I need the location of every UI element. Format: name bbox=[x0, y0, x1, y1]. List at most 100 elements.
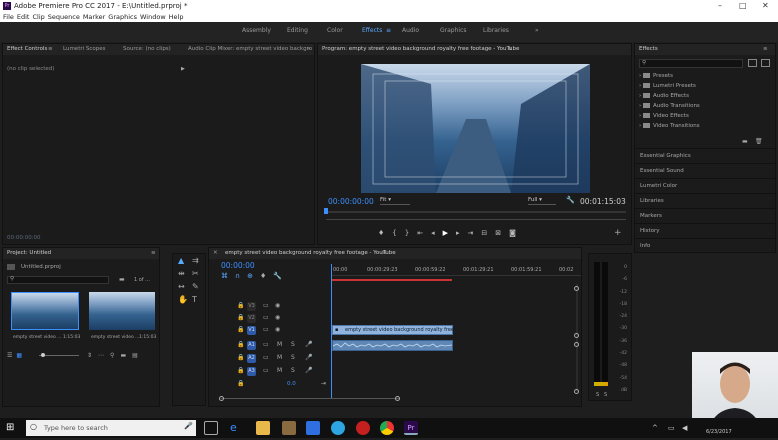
volume-icon[interactable]: ◀ bbox=[682, 424, 687, 432]
icon-view-icon[interactable]: ▦ bbox=[16, 352, 26, 359]
windows-start-icon[interactable]: ⊞ bbox=[6, 422, 14, 433]
tab-lumetri-scopes[interactable]: Lumetri Scopes bbox=[63, 46, 106, 52]
tree-item-video-effects[interactable]: › Video Effects bbox=[639, 113, 769, 123]
workspace-tab-effects[interactable]: Effects bbox=[362, 27, 382, 34]
track-target-v3[interactable]: V3 bbox=[247, 302, 256, 311]
workspace-menu-icon[interactable]: ≡ bbox=[386, 27, 391, 34]
solo-left-button[interactable]: S bbox=[596, 392, 599, 398]
panel-menu-icon[interactable]: ≡ bbox=[508, 46, 513, 52]
horizontal-scrollbar[interactable] bbox=[221, 398, 399, 399]
play-button[interactable]: ▶ bbox=[443, 229, 456, 237]
sequence-tab[interactable]: empty street video background royalty fr… bbox=[225, 250, 396, 256]
sync-lock-icon[interactable]: ▭ bbox=[263, 354, 269, 361]
sync-lock-icon[interactable]: ▭ bbox=[263, 341, 269, 348]
32bit-effects-icon[interactable] bbox=[761, 59, 770, 67]
clip-thumbnail-2[interactable] bbox=[89, 292, 155, 330]
solo-button[interactable]: S bbox=[291, 354, 295, 361]
audio-clip[interactable] bbox=[332, 340, 453, 351]
microphone-icon[interactable]: 🎤 bbox=[305, 354, 312, 361]
sort-icon[interactable]: ⇕ bbox=[87, 352, 98, 359]
accelerated-effects-icon[interactable] bbox=[748, 59, 757, 67]
premiere-taskbar-icon[interactable]: Pr bbox=[404, 421, 418, 435]
panel-menu-icon[interactable]: ≡ bbox=[763, 46, 768, 52]
eye-icon[interactable]: ◉ bbox=[275, 302, 280, 309]
zoom-scrollbar[interactable] bbox=[326, 219, 626, 220]
menu-sequence[interactable]: Sequence bbox=[48, 12, 80, 22]
slip-tool-icon[interactable]: ↔ bbox=[178, 282, 185, 291]
menu-window[interactable]: Window bbox=[140, 12, 166, 22]
lock-icon[interactable]: 🔒 bbox=[237, 354, 244, 361]
panel-menu-icon[interactable]: ≡ bbox=[382, 250, 387, 256]
add-marker-icon[interactable]: ♦ bbox=[260, 272, 273, 280]
menu-edit[interactable]: Edit bbox=[17, 12, 30, 22]
tray-chevron-icon[interactable]: ^ bbox=[652, 424, 658, 432]
edge-browser-icon[interactable]: e bbox=[230, 421, 244, 435]
delete-trash-icon[interactable]: 🗑 bbox=[755, 138, 763, 145]
slider-handle[interactable] bbox=[41, 353, 45, 357]
wrench-icon[interactable]: 🔧 bbox=[566, 196, 575, 204]
menu-marker[interactable]: Marker bbox=[83, 12, 105, 22]
solo-right-button[interactable]: S bbox=[604, 392, 607, 398]
lock-icon[interactable]: 🔒 bbox=[237, 380, 244, 387]
telegram-icon[interactable] bbox=[331, 421, 345, 435]
lock-icon[interactable]: 🔒 bbox=[237, 367, 244, 374]
close-button[interactable]: ✕ bbox=[762, 1, 769, 10]
mute-button[interactable]: M bbox=[277, 367, 282, 374]
effects-search-input[interactable]: ⚲ bbox=[639, 59, 743, 68]
find-icon[interactable]: ⚲ bbox=[110, 352, 120, 359]
shield-app-icon[interactable] bbox=[306, 421, 320, 435]
go-to-out-button[interactable]: ⇥ bbox=[468, 229, 482, 237]
sync-lock-icon[interactable]: ▭ bbox=[263, 314, 269, 321]
lift-button[interactable]: ⊟ bbox=[481, 229, 495, 237]
selection-tool-icon[interactable]: ▲ bbox=[178, 256, 184, 265]
lock-icon[interactable]: 🔒 bbox=[237, 314, 244, 321]
lock-icon[interactable]: 🔒 bbox=[237, 302, 244, 309]
microphone-icon[interactable]: 🎤 bbox=[305, 341, 312, 348]
resolution-select[interactable]: Full ▾ bbox=[528, 197, 556, 205]
new-item-icon[interactable]: ▤ bbox=[132, 352, 144, 359]
clip-thumbnail-1[interactable] bbox=[11, 292, 79, 330]
pen-tool-icon[interactable]: ✎ bbox=[192, 282, 199, 291]
master-volume-value[interactable]: 0.0 bbox=[287, 381, 296, 387]
export-frame-camera-icon[interactable]: ◙ bbox=[509, 229, 524, 237]
tree-item-lumetri-presets[interactable]: › Lumetri Presets bbox=[639, 83, 769, 93]
hscroll-handle-right[interactable] bbox=[395, 396, 400, 401]
play-arrow-icon[interactable]: ▶ bbox=[181, 66, 185, 72]
playhead-marker[interactable] bbox=[324, 208, 328, 214]
track-target-a2[interactable]: A2 bbox=[247, 354, 256, 363]
vertical-scrollbar[interactable] bbox=[576, 284, 578, 392]
tab-effect-controls[interactable]: Effect Controls bbox=[7, 46, 47, 52]
close-icon[interactable]: ✕ bbox=[213, 250, 218, 256]
step-back-button[interactable]: ◂ bbox=[431, 229, 443, 237]
program-scrubber[interactable] bbox=[326, 211, 626, 213]
go-to-end-icon[interactable]: ⇥ bbox=[321, 380, 326, 387]
track-target-a3[interactable]: A3 bbox=[247, 367, 256, 376]
tree-item-audio-transitions[interactable]: › Audio Transitions bbox=[639, 103, 769, 113]
menu-file[interactable]: File bbox=[3, 12, 14, 22]
hand-tool-icon[interactable]: ✋ bbox=[178, 295, 188, 304]
workspace-tab-assembly[interactable]: Assembly bbox=[242, 27, 271, 34]
panel-markers[interactable]: Markers bbox=[635, 208, 775, 223]
taskbar-search-box[interactable]: ○ Type here to search 🎤 bbox=[26, 420, 196, 436]
workspace-tab-libraries[interactable]: Libraries bbox=[483, 27, 509, 34]
scroll-handle-mid[interactable] bbox=[574, 333, 579, 338]
menu-clip[interactable]: Clip bbox=[32, 12, 44, 22]
panel-info[interactable]: Info bbox=[635, 238, 775, 253]
zoom-select[interactable]: Fit ▾ bbox=[380, 197, 410, 205]
track-target-v1[interactable]: V1 bbox=[247, 326, 256, 335]
microphone-icon[interactable]: 🎤 bbox=[184, 422, 193, 430]
task-view-icon[interactable] bbox=[204, 421, 218, 435]
program-timecode[interactable]: 00:00:00:00 bbox=[328, 197, 374, 206]
panel-libraries[interactable]: Libraries bbox=[635, 193, 775, 208]
automate-icon[interactable]: ⋯ bbox=[98, 352, 110, 359]
workspace-tab-audio[interactable]: Audio bbox=[402, 27, 419, 34]
track-target-v2[interactable]: V2 bbox=[247, 314, 256, 323]
tree-item-video-transitions[interactable]: › Video Transitions bbox=[639, 123, 769, 133]
panel-lumetri-color[interactable]: Lumetri Color bbox=[635, 178, 775, 193]
mute-button[interactable]: M bbox=[277, 341, 282, 348]
minimize-button[interactable]: – bbox=[718, 1, 722, 10]
eye-icon[interactable]: ◉ bbox=[275, 326, 280, 333]
track-select-tool-icon[interactable]: ⇉ bbox=[192, 256, 199, 265]
time-ruler[interactable]: 00:00 00:00:29:23 00:00:59:22 00:01:29:2… bbox=[332, 262, 581, 276]
tree-item-presets[interactable]: › Presets bbox=[639, 73, 769, 83]
